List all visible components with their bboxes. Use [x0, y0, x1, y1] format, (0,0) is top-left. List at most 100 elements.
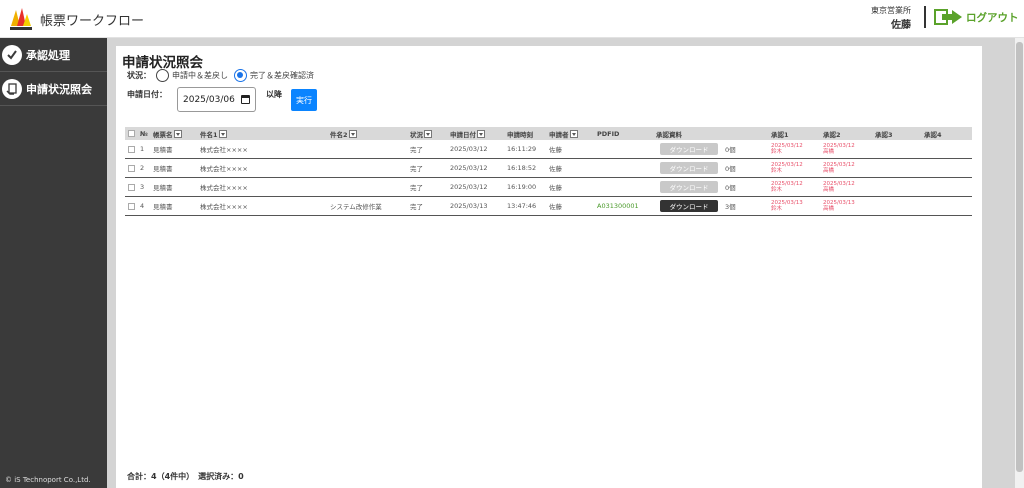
cell-download: ダウンロード — [660, 197, 718, 215]
cell-approval2: 2025/03/13 高橋 — [823, 197, 855, 215]
cell-count: 0個 — [725, 146, 736, 154]
sidebar: 承認処理 申請状況照会 © iS Technoport Co.,Ltd. — [0, 38, 107, 488]
date-value: 2025/03/06 — [183, 94, 235, 105]
sidebar-item-label: 承認処理 — [26, 48, 70, 62]
download-button: ダウンロード — [660, 162, 718, 174]
logout-label: ログアウト — [966, 11, 1019, 24]
cell-form: 見積書 — [153, 165, 173, 173]
table-header: № 帳票名 件名1 件名2 状況 申請日付 申請時刻 申請者 PDFID 承認資… — [125, 127, 972, 140]
check-circle-icon — [2, 44, 22, 65]
download-button: ダウンロード — [660, 143, 718, 155]
download-button[interactable]: ダウンロード — [660, 200, 718, 212]
cell-subject2: システム改修作業 — [330, 203, 382, 211]
header-divider — [924, 6, 926, 28]
cell-count: 0個 — [725, 165, 736, 173]
date-input[interactable]: 2025/03/06 — [177, 87, 256, 112]
col-header-no: № — [140, 129, 148, 138]
cell-approval1: 2025/03/12 鈴木 — [771, 140, 803, 158]
cell-download: ダウンロード — [660, 178, 718, 196]
company-logo — [10, 8, 32, 30]
page-scrollbar[interactable] — [1015, 38, 1024, 488]
cell-applicant: 佐藤 — [549, 165, 562, 173]
cell-approval2: 2025/03/12 高橋 — [823, 140, 855, 158]
cell-no: 3 — [140, 183, 145, 191]
cell-pdfid[interactable]: A031300001 — [597, 197, 639, 215]
logout-icon — [934, 9, 962, 25]
cell-applicant: 佐藤 — [549, 184, 562, 192]
row-checkbox-cell — [128, 178, 135, 196]
approver-name: 高橋 — [823, 149, 835, 155]
cell-approval1: 2025/03/13 鈴木 — [771, 197, 803, 215]
col-header-label: 申請日付 — [450, 130, 476, 139]
select-all-checkbox[interactable] — [128, 130, 135, 137]
cell-status: 完了 — [410, 184, 423, 192]
col-header-applicant: 申請者 — [549, 127, 578, 140]
filter-icon[interactable] — [348, 129, 357, 138]
row-checkbox[interactable] — [128, 145, 135, 153]
select-all-cell — [128, 127, 135, 140]
table-row[interactable]: 4 見積書 株式会社×××× システム改修作業 完了 2025/03/13 13… — [125, 197, 972, 216]
table-row[interactable]: 2 見積書 株式会社×××× 完了 2025/03/12 16:18:52 佐藤… — [125, 159, 972, 178]
status-radio-completed[interactable] — [234, 69, 247, 82]
app-header: 帳票ワークフロー 東京営業所 佐藤 ログアウト — [0, 0, 1024, 38]
cell-count: 0個 — [725, 184, 736, 192]
cell-form: 見積書 — [153, 146, 173, 154]
logout-button[interactable]: ログアウト — [934, 8, 1019, 26]
sidebar-item-approval[interactable]: 承認処理 — [0, 38, 107, 72]
cell-time: 16:18:52 — [507, 164, 537, 172]
cell-approval1: 2025/03/12 鈴木 — [771, 178, 803, 196]
col-header-label: 件名2 — [330, 130, 348, 139]
row-checkbox[interactable] — [128, 183, 135, 191]
cell-subject1: 株式会社×××× — [200, 165, 248, 173]
cell-time: 13:47:46 — [507, 202, 537, 210]
status-label: 状況： — [127, 71, 151, 80]
filter-icon[interactable] — [424, 129, 432, 138]
approver-name: 鈴木 — [771, 168, 783, 174]
cell-no: 1 — [140, 145, 145, 153]
cell-date: 2025/03/12 — [450, 183, 488, 191]
cell-download: ダウンロード — [660, 159, 718, 177]
col-header-subject1: 件名1 — [200, 127, 227, 140]
status-radio-pending[interactable] — [156, 69, 169, 82]
table-row[interactable]: 1 見積書 株式会社×××× 完了 2025/03/12 16:11:29 佐藤… — [125, 140, 972, 159]
col-header-form: 帳票名 — [153, 127, 182, 140]
cell-count: 3個 — [725, 203, 736, 211]
calendar-icon[interactable] — [241, 95, 250, 104]
col-header-label: 件名1 — [200, 130, 218, 139]
main-panel: 申請状況照会 状況： 申請中＆差戻し 完了＆差戻確認済 申請日付： 2025/0… — [116, 46, 982, 488]
cell-no: 2 — [140, 164, 145, 172]
footer-summary: 合計：4（4件中） 選択済み：0 — [127, 472, 244, 481]
sidebar-item-label: 申請状況照会 — [26, 82, 92, 96]
cell-form: 見積書 — [153, 203, 173, 211]
cell-subject1: 株式会社×××× — [200, 146, 248, 154]
approver-name: 鈴木 — [771, 149, 783, 155]
cell-status: 完了 — [410, 146, 423, 154]
sidebar-item-status-inquiry[interactable]: 申請状況照会 — [0, 72, 107, 106]
row-checkbox-cell — [128, 197, 135, 215]
col-header-approval2: 承認2 — [823, 130, 841, 139]
col-header-approval3: 承認3 — [875, 130, 893, 139]
scrollbar-thumb[interactable] — [1016, 42, 1023, 472]
row-checkbox[interactable] — [128, 164, 135, 172]
status-option-label: 申請中＆差戻し — [172, 71, 228, 80]
table-row[interactable]: 3 見積書 株式会社×××× 完了 2025/03/12 16:19:00 佐藤… — [125, 178, 972, 197]
cell-form: 見積書 — [153, 184, 173, 192]
row-checkbox[interactable] — [128, 202, 135, 210]
filter-icon[interactable] — [173, 129, 182, 138]
filter-icon[interactable] — [218, 129, 227, 138]
download-button: ダウンロード — [660, 181, 718, 193]
cell-time: 16:11:29 — [507, 145, 537, 153]
copyright: © iS Technoport Co.,Ltd. — [5, 476, 91, 484]
office-name: 東京営業所 — [871, 6, 911, 15]
col-header-materials: 承認資料 — [656, 130, 682, 139]
col-header-approval1: 承認1 — [771, 130, 789, 139]
col-header-label: 申請者 — [549, 130, 569, 139]
filter-icon[interactable] — [477, 129, 485, 138]
status-filter: 状況： 申請中＆差戻し 完了＆差戻確認済 — [127, 69, 317, 82]
col-header-status: 状況 — [410, 127, 432, 140]
status-option-label: 完了＆差戻確認済 — [250, 71, 314, 80]
filter-icon[interactable] — [569, 129, 578, 138]
col-header-label: 状況 — [410, 130, 423, 139]
run-button[interactable]: 実行 — [291, 89, 317, 111]
cell-date: 2025/03/13 — [450, 202, 488, 210]
